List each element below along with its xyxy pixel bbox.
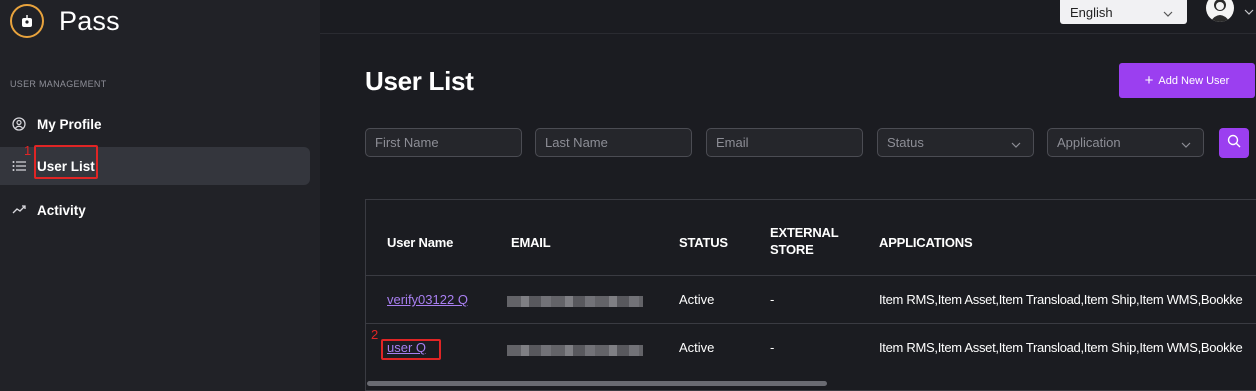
sidebar-item-label: Activity bbox=[37, 202, 86, 218]
sidebar-item-my-profile[interactable]: My Profile bbox=[0, 105, 310, 143]
table-row: user Q Active - Item RMS,Item Asset,Item… bbox=[366, 324, 1256, 372]
chevron-down-icon[interactable] bbox=[1244, 2, 1254, 20]
chevron-down-icon bbox=[1163, 5, 1173, 20]
marker-number-1: 1 bbox=[24, 143, 32, 158]
applications-value: Item RMS,Item Asset,Item Transload,Item … bbox=[879, 340, 1243, 355]
highlight-box-user-q bbox=[381, 339, 441, 360]
status-placeholder: Status bbox=[887, 135, 924, 150]
last-name-input[interactable]: Last Name bbox=[535, 128, 692, 157]
chevron-down-icon bbox=[1011, 136, 1021, 151]
application-placeholder: Application bbox=[1057, 135, 1121, 150]
add-new-user-label: Add New User bbox=[1158, 74, 1230, 87]
user-name-link[interactable]: verify03122 Q bbox=[387, 292, 468, 307]
section-label-user-management: USER MANAGEMENT bbox=[10, 79, 107, 89]
table-horizontal-scrollbar[interactable] bbox=[367, 381, 827, 386]
add-new-user-button[interactable]: + Add New User bbox=[1119, 63, 1255, 98]
email-input[interactable]: Email bbox=[706, 128, 863, 157]
language-select[interactable]: English bbox=[1060, 0, 1187, 24]
plus-icon: + bbox=[1144, 72, 1154, 89]
app-logo[interactable]: Pass bbox=[10, 4, 120, 38]
sidebar-item-label: My Profile bbox=[37, 116, 102, 132]
sidebar-item-activity[interactable]: Activity bbox=[0, 191, 310, 229]
last-name-placeholder: Last Name bbox=[545, 135, 608, 150]
marker-number-2: 2 bbox=[371, 327, 379, 342]
language-value: English bbox=[1070, 4, 1113, 20]
email-redacted bbox=[507, 345, 643, 356]
column-header-status[interactable]: STATUS bbox=[679, 235, 728, 250]
table-header: User Name EMAIL STATUS EXTERNAL STORE AP… bbox=[366, 200, 1256, 276]
external-store-line1: EXTERNAL bbox=[770, 225, 839, 240]
applications-value: Item RMS,Item Asset,Item Transload,Item … bbox=[879, 292, 1243, 307]
application-select[interactable]: Application bbox=[1047, 128, 1204, 157]
email-placeholder: Email bbox=[716, 135, 749, 150]
chevron-down-icon bbox=[1181, 136, 1191, 151]
user-circle-icon bbox=[12, 117, 26, 131]
column-header-external-store[interactable]: EXTERNAL STORE bbox=[770, 224, 839, 258]
status-select[interactable]: Status bbox=[877, 128, 1034, 157]
column-header-email[interactable]: EMAIL bbox=[511, 235, 551, 250]
external-store-value: - bbox=[770, 292, 775, 307]
first-name-input[interactable]: First Name bbox=[365, 128, 522, 157]
app-name: Pass bbox=[59, 5, 120, 36]
page-title: User List bbox=[365, 66, 474, 96]
table-row: verify03122 Q Active - Item RMS,Item Ass… bbox=[366, 276, 1256, 324]
column-header-applications[interactable]: APPLICATIONS bbox=[879, 235, 973, 250]
external-store-line2: STORE bbox=[770, 242, 814, 257]
search-button[interactable] bbox=[1219, 128, 1249, 158]
search-icon bbox=[1227, 134, 1241, 153]
external-store-value: - bbox=[770, 340, 775, 355]
list-icon bbox=[12, 159, 26, 173]
first-name-placeholder: First Name bbox=[375, 135, 439, 150]
status-value: Active bbox=[679, 292, 715, 307]
email-redacted bbox=[507, 296, 643, 307]
column-header-user-name[interactable]: User Name bbox=[387, 235, 453, 250]
main-content: English User List + Add New User First N… bbox=[320, 0, 1256, 391]
highlight-box-user-list bbox=[34, 145, 98, 179]
app-root: Pass USER MANAGEMENT My Profile User Lis… bbox=[0, 0, 1256, 391]
logo-icon bbox=[10, 4, 44, 38]
sidebar: Pass USER MANAGEMENT My Profile User Lis… bbox=[0, 0, 320, 391]
status-value: Active bbox=[679, 340, 715, 355]
trend-icon bbox=[12, 203, 26, 217]
user-table: User Name EMAIL STATUS EXTERNAL STORE AP… bbox=[365, 199, 1256, 391]
